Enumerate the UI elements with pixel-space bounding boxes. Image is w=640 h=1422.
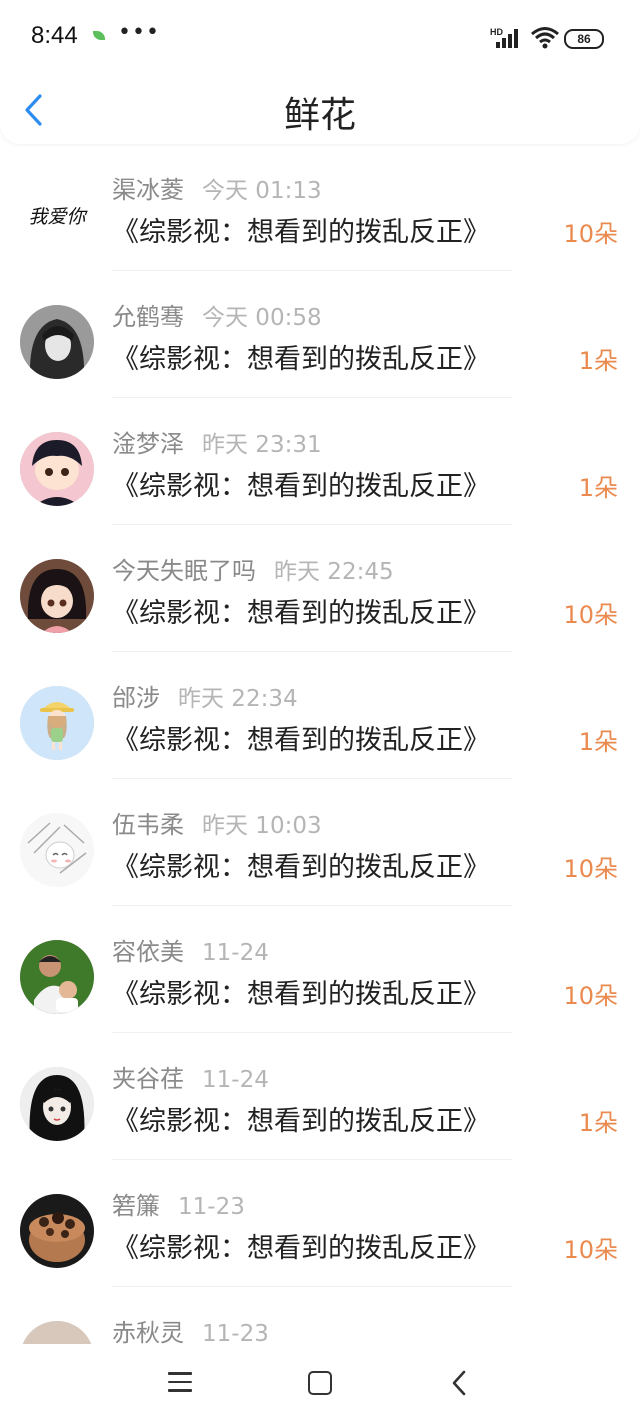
avatar[interactable] (20, 559, 94, 633)
menu-icon[interactable] (168, 1372, 192, 1392)
leaf-icon (93, 31, 105, 40)
cellular-signal-icon: HD (490, 27, 518, 48)
avatar-signature-text: 我爱你 (28, 206, 88, 228)
avatar[interactable] (20, 305, 94, 379)
app-header: 8:44 ••• HD 86 鲜花 (0, 0, 640, 144)
gift-time: 昨天 23:31 (202, 432, 322, 458)
list-item[interactable]: 箬簾 11-23 《综影视：想看到的拨乱反正》 10朵 (0, 1160, 640, 1287)
system-back-icon[interactable] (450, 1368, 468, 1398)
avatar[interactable]: 我爱你 (20, 178, 94, 252)
work-title: 《综影视：想看到的拨乱反正》 (112, 598, 490, 629)
work-title: 《综影视：想看到的拨乱反正》 (112, 1233, 490, 1264)
flower-count: 1朵 (578, 474, 618, 502)
sender-name: 今天失眠了吗 (112, 557, 256, 585)
list-item[interactable]: 淦梦泽 昨天 23:31 《综影视：想看到的拨乱反正》 1朵 (0, 398, 640, 525)
work-title: 《综影视：想看到的拨乱反正》 (112, 979, 490, 1010)
gift-time: 11-24 (202, 940, 269, 966)
work-title: 《综影视：想看到的拨乱反正》 (112, 725, 490, 756)
list-item[interactable]: 夹谷荏 11-24 《综影视：想看到的拨乱反正》 1朵 (0, 1033, 640, 1160)
list-item[interactable]: 我爱你 渠冰菱 今天 01:13 《综影视：想看到的拨乱反正》 10朵 (0, 144, 640, 271)
work-title: 《综影视：想看到的拨乱反正》 (112, 852, 490, 883)
sender-name: 赤秋灵 (112, 1319, 184, 1344)
avatar[interactable] (20, 686, 94, 760)
gift-time: 今天 00:58 (202, 305, 322, 331)
work-title: 《综影视：想看到的拨乱反正》 (112, 1106, 490, 1137)
more-notifications-icon: ••• (118, 20, 160, 45)
sender-name: 渠冰菱 (112, 176, 184, 204)
list-item[interactable]: 今天失眠了吗 昨天 22:45 《综影视：想看到的拨乱反正》 10朵 (0, 525, 640, 652)
gift-time: 11-23 (178, 1194, 245, 1220)
flower-gift-list[interactable]: 我爱你 渠冰菱 今天 01:13 《综影视：想看到的拨乱反正》 10朵 允鹤骞 今天… (0, 144, 640, 1344)
status-time: 8:44 (31, 22, 78, 49)
flower-count: 1朵 (578, 728, 618, 756)
sender-name: 夹谷荏 (112, 1065, 184, 1093)
flower-count: 10朵 (563, 1236, 618, 1264)
gift-time: 今天 01:13 (202, 178, 322, 204)
list-item[interactable]: 容依美 11-24 《综影视：想看到的拨乱反正》 10朵 (0, 906, 640, 1033)
work-title: 《综影视：想看到的拨乱反正》 (112, 344, 490, 375)
avatar[interactable] (20, 1067, 94, 1141)
gift-time: 11-23 (202, 1321, 269, 1344)
title-bar: 鲜花 (0, 76, 640, 144)
work-title: 《综影视：想看到的拨乱反正》 (112, 217, 490, 248)
list-item[interactable]: 赤秋灵 11-23 (0, 1287, 640, 1344)
sender-name: 允鹤骞 (112, 303, 184, 331)
avatar[interactable] (20, 940, 94, 1014)
work-title: 《综影视：想看到的拨乱反正》 (112, 471, 490, 502)
sender-name: 邰涉 (112, 684, 160, 712)
wifi-icon (531, 27, 559, 49)
gift-time: 昨天 22:45 (274, 559, 394, 585)
home-icon[interactable] (308, 1371, 332, 1395)
flower-count: 10朵 (563, 220, 618, 248)
sender-name: 箬簾 (112, 1192, 160, 1220)
avatar[interactable] (20, 813, 94, 887)
system-navigation-bar (0, 1344, 640, 1422)
list-item[interactable]: 伍韦柔 昨天 10:03 《综影视：想看到的拨乱反正》 10朵 (0, 779, 640, 906)
battery-indicator: 86 (564, 29, 604, 49)
avatar[interactable] (20, 432, 94, 506)
hd-label: HD (490, 27, 503, 37)
list-item[interactable]: 允鹤骞 今天 00:58 《综影视：想看到的拨乱反正》 1朵 (0, 271, 640, 398)
page-title: 鲜花 (283, 95, 356, 136)
gift-time: 昨天 10:03 (202, 813, 322, 839)
flower-count: 10朵 (563, 601, 618, 629)
flower-count: 10朵 (563, 855, 618, 883)
flower-count: 1朵 (578, 1109, 618, 1137)
list-item[interactable]: 邰涉 昨天 22:34 《综影视：想看到的拨乱反正》 1朵 (0, 652, 640, 779)
sender-name: 伍韦柔 (112, 811, 184, 839)
gift-time: 昨天 22:34 (178, 686, 298, 712)
sender-name: 淦梦泽 (112, 430, 184, 458)
avatar[interactable] (20, 1194, 94, 1268)
flower-count: 1朵 (578, 347, 618, 375)
status-bar: 8:44 ••• HD 86 (0, 0, 640, 76)
flower-count: 10朵 (563, 982, 618, 1010)
avatar[interactable] (20, 1321, 94, 1344)
sender-name: 容依美 (112, 938, 184, 966)
gift-time: 11-24 (202, 1067, 269, 1093)
